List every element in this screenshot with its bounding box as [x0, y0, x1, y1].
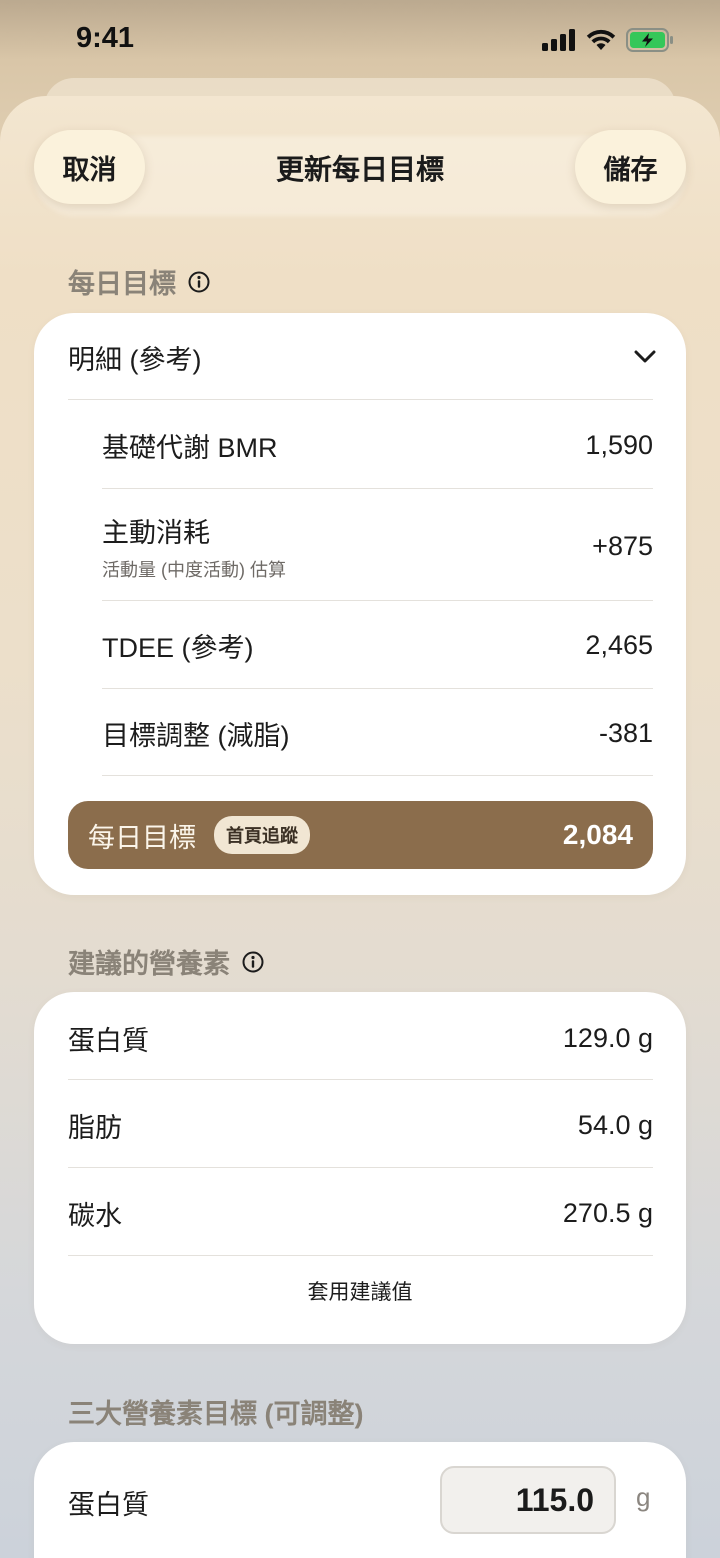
breakdown-row-active-burn: 主動消耗 活動量 (中度活動) 估算 +875 [102, 511, 653, 581]
divider [102, 688, 653, 689]
row-label: 蛋白質 [68, 1489, 149, 1520]
unit-label: g [636, 1482, 651, 1512]
row-value: 1,590 [585, 429, 653, 460]
daily-goal-card: 明細 (參考) 基礎代謝 BMR 1,590 主動消耗 活動量 (中度活動) 估… [34, 313, 686, 895]
row-label: 碳水 [68, 1200, 122, 1231]
cellular-signal-icon [542, 29, 575, 51]
breakdown-toggle[interactable]: 明細 (參考) [68, 335, 656, 379]
total-value: 2,084 [562, 819, 633, 850]
wifi-icon [586, 29, 616, 50]
divider [102, 600, 653, 601]
divider [102, 775, 653, 776]
nutrient-row-protein: 蛋白質 129.0 g [68, 1014, 653, 1062]
row-value: +875 [592, 530, 653, 561]
suggested-nutrients-card: 蛋白質 129.0 g 脂肪 54.0 g 碳水 270.5 g 套用建議值 [34, 992, 686, 1344]
row-label: 脂肪 [68, 1112, 122, 1143]
home-tracking-badge: 首頁追蹤 [214, 816, 310, 854]
section-header-suggested-nutrients: 建議的營養素 [68, 942, 264, 981]
status-icons [542, 28, 674, 52]
divider [68, 1255, 653, 1256]
macro-targets-card: 蛋白質 g [34, 1442, 686, 1558]
breakdown-row-bmr: 基礎代謝 BMR 1,590 [102, 421, 653, 469]
macro-row-protein-label: 蛋白質 [68, 1478, 368, 1526]
section-header-macro-targets: 三大營養素目標 (可調整) [68, 1392, 363, 1431]
section-title: 三大營養素目標 (可調整) [68, 1399, 364, 1429]
breakdown-row-goal-adjustment: 目標調整 (減脂) -381 [102, 709, 653, 757]
divider [68, 1079, 653, 1080]
row-value: 54.0 g [577, 1109, 653, 1140]
row-sublabel: 活動量 (中度活動) 估算 [102, 559, 286, 580]
apply-suggested-button[interactable]: 套用建議值 [34, 1276, 686, 1306]
status-bar: 9:41 [0, 0, 720, 80]
section-title: 每日目標 [68, 269, 176, 299]
battery-charging-icon [626, 28, 673, 52]
row-label: 蛋白質 [68, 1025, 149, 1056]
row-label: 目標調整 (減脂) [102, 720, 290, 751]
nutrient-row-fat: 脂肪 54.0 g [68, 1101, 653, 1149]
save-button[interactable]: 儲存 [575, 130, 686, 204]
divider [68, 1167, 653, 1168]
protein-target-input[interactable] [440, 1466, 616, 1534]
divider [68, 399, 653, 400]
row-label-group: 主動消耗 活動量 (中度活動) 估算 [102, 511, 286, 582]
status-time: 9:41 [76, 22, 135, 54]
row-label: 基礎代謝 BMR [102, 432, 278, 463]
row-label: TDEE (參考) [102, 632, 254, 663]
row-value: 270.5 g [562, 1197, 653, 1228]
row-value: -381 [598, 717, 653, 748]
section-header-daily-goal: 每日目標 [68, 262, 210, 301]
row-value: 2,465 [585, 629, 653, 660]
info-icon[interactable] [242, 951, 264, 973]
total-label: 每日目標 [88, 822, 196, 853]
row-label: 主動消耗 [102, 517, 210, 548]
nav-bar: 取消 更新每日目標 儲存 [34, 130, 686, 216]
daily-goal-total: 每日目標 首頁追蹤 2,084 [68, 801, 653, 869]
breakdown-label: 明細 (參考) [68, 344, 202, 375]
nutrient-row-carbs: 碳水 270.5 g [68, 1189, 653, 1237]
row-value: 129.0 g [562, 1022, 653, 1053]
section-title: 建議的營養素 [68, 949, 230, 979]
breakdown-row-tdee: TDEE (參考) 2,465 [102, 621, 653, 669]
divider [102, 488, 653, 489]
info-icon[interactable] [188, 271, 210, 293]
chevron-down-icon [634, 350, 656, 363]
